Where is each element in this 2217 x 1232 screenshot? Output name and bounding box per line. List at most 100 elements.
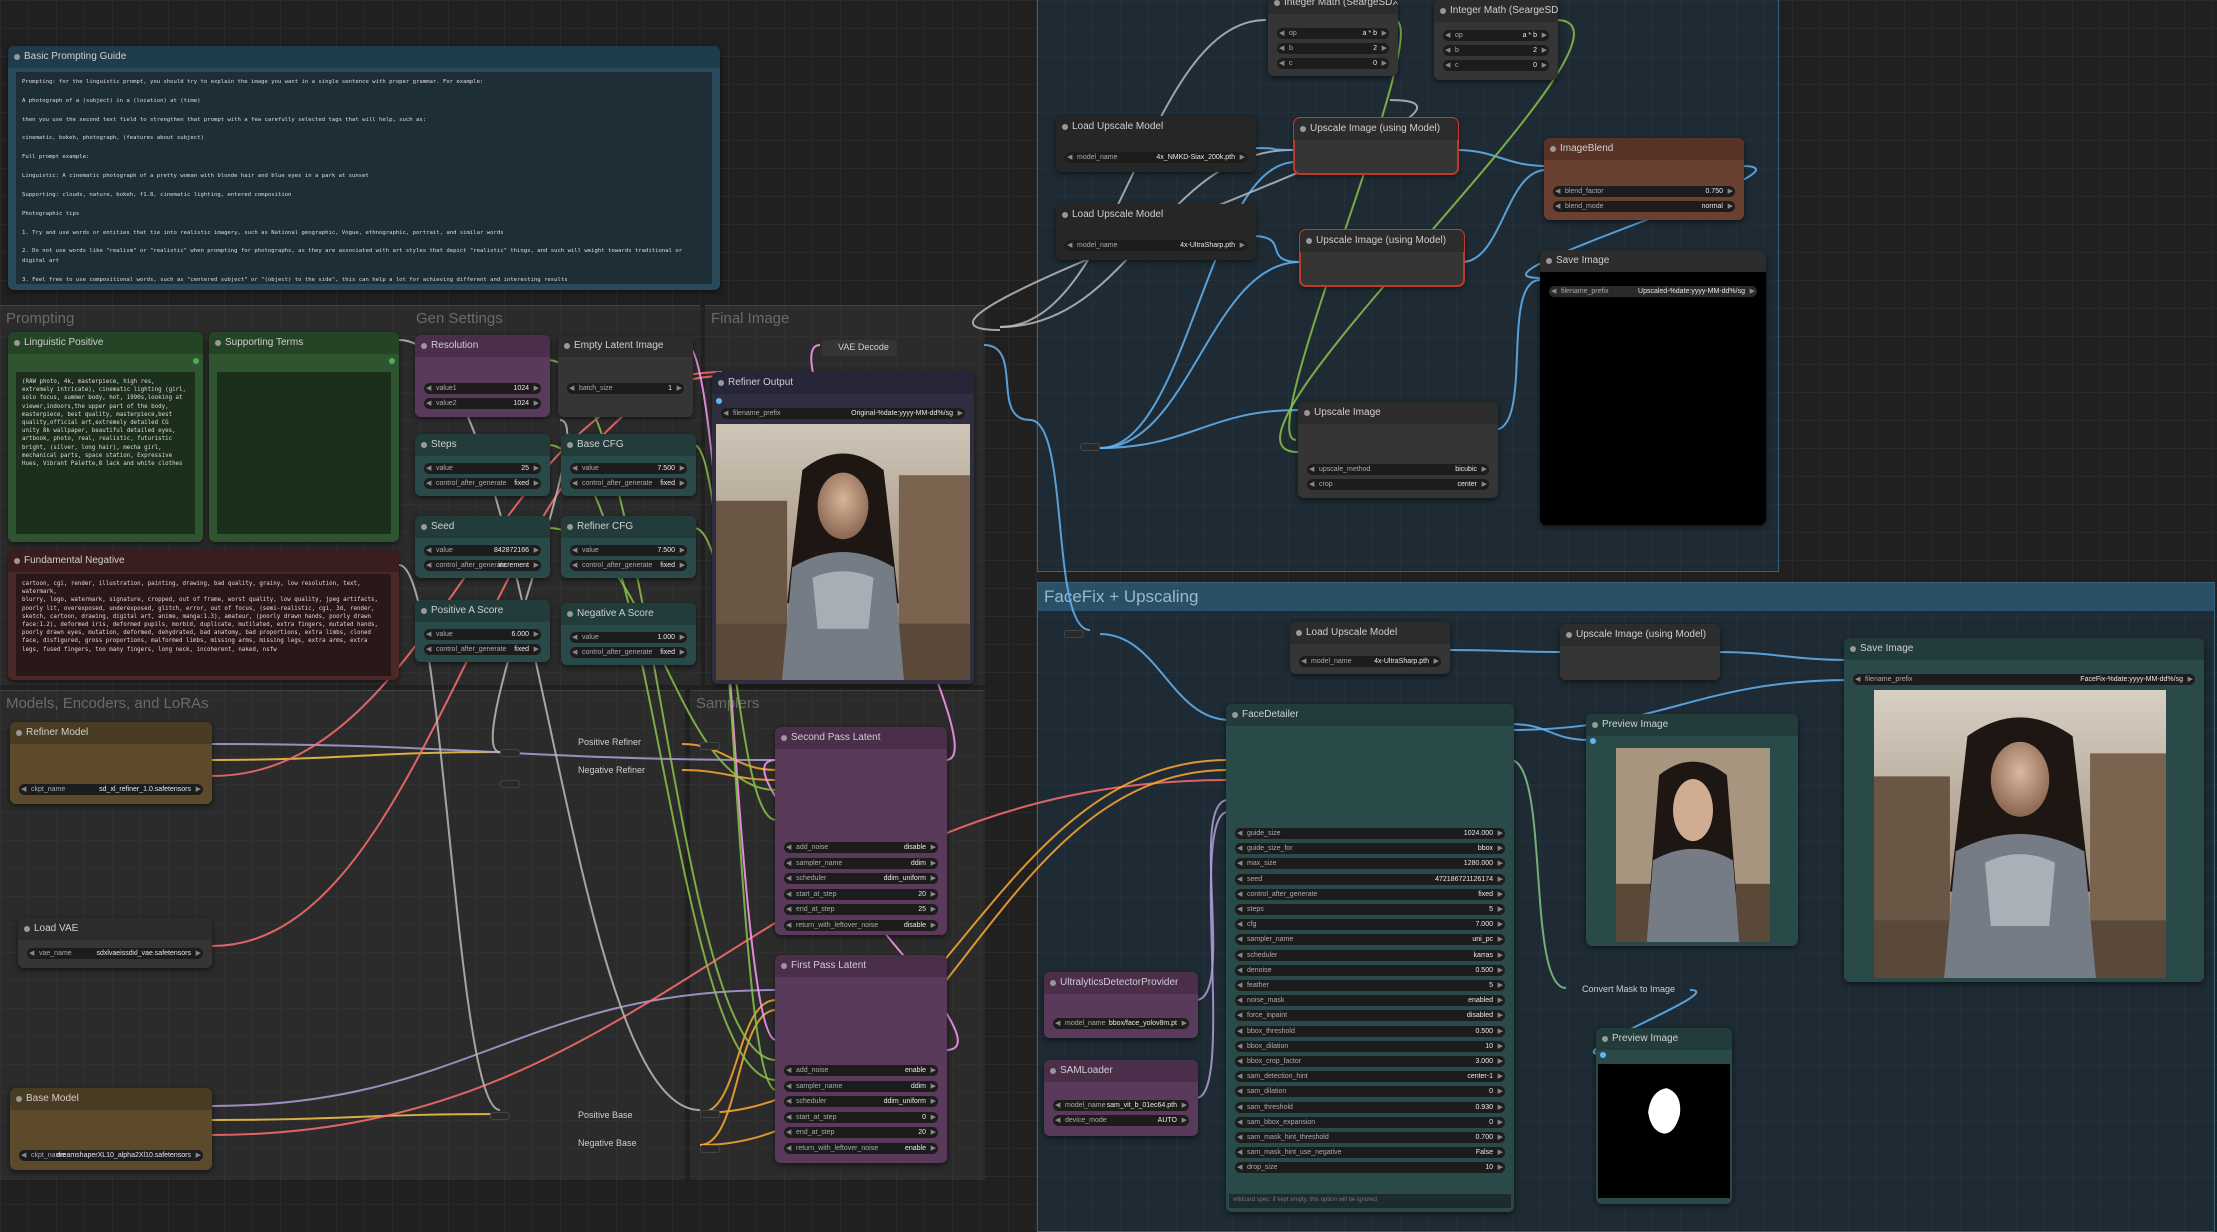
resolution-node[interactable]: Resolution value1 1024 value2 1024	[415, 335, 550, 417]
refiner-cfg-value-widget[interactable]: value 7.500	[570, 545, 687, 556]
sam-dilation-widget[interactable]: sam_dilation 0	[1235, 1086, 1505, 1098]
base-cfg-node[interactable]: Base CFG value 7.500 control_after_genera…	[561, 434, 696, 496]
scheduler-widget[interactable]: scheduler karras	[1235, 949, 1505, 961]
guide-size-for-widget[interactable]: guide_size_for bbox	[1235, 843, 1505, 855]
positive-a-score-node[interactable]: Positive A Score value 6.000 control_afte…	[415, 600, 550, 662]
scheduler-widget[interactable]: scheduler ddim_uniform	[784, 873, 938, 884]
second-pass-latent-node[interactable]: Second Pass Latent add_noisedisablesampl…	[775, 727, 947, 935]
upscale-image-node[interactable]: Upscale Image upscale_method bicubic crop…	[1298, 402, 1498, 498]
noise-mask-widget[interactable]: noise_mask enabled	[1235, 995, 1505, 1007]
return-with-leftover-noise-widget[interactable]: return_with_leftover_noise enable	[784, 1142, 938, 1154]
load-upscale-model-node-1[interactable]: Load Upscale Model model_name 4x_NMKD-Sia…	[1056, 116, 1256, 172]
device-mode-widget[interactable]: device_mode AUTO	[1053, 1115, 1189, 1126]
blend-mode-widget[interactable]: blend_mode normal	[1553, 201, 1735, 212]
feather-widget[interactable]: feather 5	[1235, 980, 1505, 991]
pos-a-control-widget[interactable]: control_after_generate fixed	[424, 644, 541, 655]
refiner-cfg-control-widget[interactable]: control_after_generate fixed	[570, 560, 687, 571]
images-input-port[interactable]	[1590, 738, 1596, 744]
upscale-image-using-model-node-1[interactable]: Upscale Image (using Model)	[1293, 117, 1459, 175]
reroute-node[interactable]	[700, 1145, 720, 1153]
negative-refiner-node[interactable]: Negative Refiner	[562, 763, 645, 777]
start-at-step-widget[interactable]: start_at_step 20	[784, 888, 938, 900]
seed-node[interactable]: Seed value 842872166 control_after_genera…	[415, 516, 550, 578]
upscale-method-widget[interactable]: upscale_method bicubic	[1307, 464, 1489, 475]
sampler-name-widget[interactable]: sampler_name uni_pc	[1235, 934, 1505, 946]
return-with-leftover-noise-widget[interactable]: return_with_leftover_noise disable	[784, 919, 938, 931]
batch-size-widget[interactable]: batch_size 1	[567, 383, 684, 394]
sam-bbox-expansion-widget[interactable]: sam_bbox_expansion 0	[1235, 1116, 1505, 1128]
control-after-generate-widget[interactable]: control_after_generate fixed	[1235, 888, 1505, 900]
negative-a-score-node[interactable]: Negative A Score value 1.000 control_afte…	[561, 603, 696, 665]
reroute-node[interactable]	[500, 749, 520, 757]
load-upscale-model-node-3[interactable]: Load Upscale Model model_name 4x-UltraSha…	[1290, 622, 1450, 674]
filename-prefix-widget[interactable]: filename_prefix Upscaled-%date:yyyy-MM-dd…	[1549, 286, 1757, 297]
vae-decode-node[interactable]: VAE Decode	[822, 340, 897, 356]
samloader-node[interactable]: SAMLoader model_namesam_vit_b_01ec64.pth…	[1044, 1060, 1198, 1136]
supporting-text[interactable]	[217, 372, 391, 534]
neg-a-control-widget[interactable]: control_after_generate fixed	[570, 647, 687, 658]
prompting-guide-note[interactable]: Basic Prompting Guide Prompting: for the…	[8, 46, 720, 290]
steps-widget[interactable]: steps 5	[1235, 904, 1505, 915]
vae-name-widget[interactable]: vae_name sdxlvaeissdxl_vae.safetensors	[27, 948, 203, 959]
pos-a-value-widget[interactable]: value 6.000	[424, 629, 541, 640]
reroute-node[interactable]	[1080, 443, 1100, 451]
first-pass-latent-node[interactable]: First Pass Latent add_noiseenablesampler…	[775, 955, 947, 1163]
positive-base-node[interactable]: Positive Base	[562, 1108, 633, 1122]
sam-mask-hint-threshold-widget[interactable]: sam_mask_hint_threshold 0.700	[1235, 1132, 1505, 1143]
sam-threshold-widget[interactable]: sam_threshold 0.930	[1235, 1101, 1505, 1113]
integer-math-node-2[interactable]: Integer Math (SeargeSDXL) opa * bb2c0	[1434, 0, 1558, 80]
upscale-image-using-model-node-3[interactable]: Upscale Image (using Model)	[1560, 624, 1720, 680]
blend-factor-widget[interactable]: blend_factor 0.750	[1553, 186, 1735, 197]
b-widget[interactable]: b2	[1443, 45, 1549, 56]
images-input-port[interactable]	[1600, 1052, 1606, 1058]
bbox-crop-factor-widget[interactable]: bbox_crop_factor 3.000	[1235, 1056, 1505, 1067]
load-upscale-model-node-2[interactable]: Load Upscale Model model_name 4x-UltraSha…	[1056, 204, 1256, 260]
reroute-node[interactable]	[700, 742, 720, 750]
op-widget[interactable]: op a * b	[1443, 30, 1549, 41]
model-name-widget[interactable]: model_name 4x-UltraSharp.pth	[1299, 656, 1441, 667]
b-widget[interactable]: b2	[1277, 43, 1389, 54]
fundamental-negative-node[interactable]: Fundamental Negative cartoon, cgi, rende…	[8, 550, 399, 680]
seed-control-widget[interactable]: control_after_generateincrement	[424, 560, 541, 571]
integer-math-node-1[interactable]: Integer Math (SeargeSDXL) opa * bb2c0	[1268, 0, 1398, 76]
sam-detection-hint-widget[interactable]: sam_detection_hint center-1	[1235, 1071, 1505, 1083]
bbox-dilation-widget[interactable]: bbox_dilation 10	[1235, 1040, 1505, 1052]
imageblend-node[interactable]: ImageBlend blend_factor 0.750 blend_mode n…	[1544, 138, 1744, 220]
cfg-value-widget[interactable]: value 7.500	[570, 463, 687, 474]
bbox-threshold-widget[interactable]: bbox_threshold 0.500	[1235, 1025, 1505, 1037]
load-vae-node[interactable]: Load VAE vae_name sdxlvaeissdxl_vae.safet…	[18, 918, 212, 968]
facedetailer-node[interactable]: FaceDetailer wildcard spec: if kept empt…	[1226, 704, 1514, 1212]
refiner-model-node[interactable]: Refiner Model ckpt_name sd_xl_refiner_1.0…	[10, 722, 212, 804]
negative-base-node[interactable]: Negative Base	[562, 1136, 637, 1150]
sampler-name-widget[interactable]: sampler_name ddim	[784, 857, 938, 869]
start-at-step-widget[interactable]: start_at_step 0	[784, 1111, 938, 1123]
value1-widget[interactable]: value1 1024	[424, 383, 541, 394]
images-input-port[interactable]	[716, 398, 722, 404]
ultralytics-detector-node[interactable]: UltralyticsDetectorProvider model_namebb…	[1044, 972, 1198, 1038]
reroute-node[interactable]	[1064, 630, 1084, 638]
end-at-step-widget[interactable]: end_at_step 20	[784, 1127, 938, 1138]
model-name-widget[interactable]: model_name 4x-UltraSharp.pth	[1065, 240, 1247, 251]
wildcard-spec-input[interactable]: wildcard spec: if kept empty, this optio…	[1229, 1194, 1511, 1208]
save-image-node-bottom[interactable]: Save Image filename_prefix FaceFix-%date:…	[1844, 638, 2204, 982]
c-widget[interactable]: c0	[1443, 60, 1549, 71]
model-name-widget[interactable]: model_name 4x_NMKD-Siax_200k.pth	[1065, 152, 1247, 163]
op-widget[interactable]: op a * b	[1277, 28, 1389, 39]
reroute-node[interactable]	[700, 1110, 720, 1118]
save-image-node-top[interactable]: Save Image filename_prefix Upscaled-%date…	[1540, 250, 1766, 525]
max-size-widget[interactable]: max_size 1280.000	[1235, 858, 1505, 870]
scheduler-widget[interactable]: scheduler ddim_uniform	[784, 1096, 938, 1107]
upscale-image-using-model-node-2[interactable]: Upscale Image (using Model)	[1299, 229, 1465, 287]
workflow-canvas[interactable]: Prompting Gen Settings Final Image Model…	[0, 0, 2217, 1232]
supporting-terms-node[interactable]: Supporting Terms	[209, 332, 399, 542]
drop-size-widget[interactable]: drop_size 10	[1235, 1162, 1505, 1174]
filename-prefix-widget[interactable]: filename_prefix FaceFix-%date:yyyy-MM-dd%…	[1853, 674, 2195, 685]
seed-widget[interactable]: seed 472186721126174	[1235, 873, 1505, 885]
linguistic-positive-node[interactable]: Linguistic Positive (RAW photo, 4k, mast…	[8, 332, 203, 542]
guide-size-widget[interactable]: guide_size 1024.000	[1235, 828, 1505, 839]
negative-text[interactable]: cartoon, cgi, render, illustration, pain…	[16, 574, 391, 676]
convert-mask-to-image-node[interactable]: Convert Mask to Image	[1566, 982, 1675, 996]
output-port[interactable]	[389, 358, 395, 364]
filename-prefix-widget[interactable]: filename_prefix Original-%date:yyyy-MM-dd…	[721, 408, 965, 419]
steps-value-widget[interactable]: value 25	[424, 463, 541, 474]
